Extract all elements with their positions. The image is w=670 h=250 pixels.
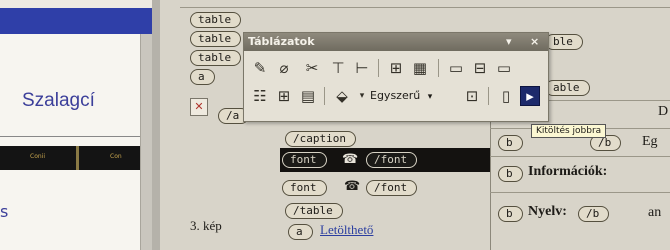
tag-font-close[interactable]: /font <box>366 180 418 196</box>
merge-cells-icon[interactable]: ⊤ <box>328 58 348 78</box>
phone-icon: ☎ <box>344 179 361 194</box>
tag-b-close[interactable]: /b <box>578 206 610 222</box>
tag-table[interactable]: table <box>190 50 242 66</box>
info-label: Információk: <box>528 164 607 180</box>
preview-divider <box>0 136 140 137</box>
preview-bar-left-text: Conii <box>30 153 45 160</box>
preview-bar-separator <box>76 146 79 170</box>
tag-table[interactable]: table <box>190 12 242 28</box>
preview-title: Szalagcí <box>22 90 95 111</box>
toolbar-title: Táblázatok <box>248 35 315 48</box>
chevron-down-icon: ▾ <box>427 92 433 102</box>
tag-a[interactable]: a <box>190 69 215 85</box>
eraser-icon[interactable]: ⌀ <box>274 58 294 78</box>
preview-bullet-text: s <box>0 202 9 221</box>
toolbar-separator <box>438 59 439 77</box>
preview-header-bar <box>0 8 160 34</box>
broken-image-icon[interactable]: ✕ <box>190 98 208 116</box>
preview-panel: Szalagcí Conii Con s <box>0 0 160 250</box>
draw-table-pencil-icon[interactable]: ✎ <box>250 58 270 78</box>
preview-dark-bar: Conii Con <box>0 146 140 170</box>
tables-toolbar[interactable]: Táblázatok ▾ × ✎ ⌀ ✂ ⊤ ⊢ ⊞ ▦ ▭ ⊟ ▭ ☷ ⊞ ▤… <box>243 32 549 122</box>
toolbar-titlebar[interactable]: Táblázatok ▾ × <box>244 33 548 51</box>
fill-right-icon[interactable]: ▸ <box>520 86 540 106</box>
tag-b[interactable]: b <box>498 166 523 182</box>
table-grid-icon[interactable]: ▦ <box>410 58 430 78</box>
distribute-columns-icon[interactable]: ⊞ <box>274 86 294 106</box>
heading-fragment: D <box>658 104 669 119</box>
tag-font-close[interactable]: /font <box>366 152 418 168</box>
field-fragment: Eg <box>642 134 658 149</box>
toolbar-separator <box>324 87 325 105</box>
align-bottom-icon[interactable]: ▭ <box>494 58 514 78</box>
toolbar-close-button[interactable]: × <box>530 33 539 51</box>
distribute-rows-icon[interactable]: ☷ <box>250 86 270 106</box>
tag-a[interactable]: a <box>288 224 313 240</box>
info-label-text: Információk: <box>528 164 608 179</box>
tag-table[interactable]: ble <box>545 34 583 50</box>
tag-b[interactable]: b <box>498 206 523 222</box>
table-properties-icon[interactable]: ⊡ <box>462 86 482 106</box>
preview-bar-right-text: Con <box>110 153 122 160</box>
tag-font[interactable]: font <box>282 180 327 196</box>
toolbar-separator <box>378 59 379 77</box>
language-label-text: Nyelv: <box>528 204 567 219</box>
align-top-icon[interactable]: ▭ <box>446 58 466 78</box>
phone-icon: ☎ <box>342 152 359 167</box>
image-caption: 3. kép <box>190 218 222 233</box>
download-link[interactable]: Letölthető <box>320 222 373 238</box>
editor-top-rule <box>180 7 670 8</box>
align-middle-icon[interactable]: ⊟ <box>470 58 490 78</box>
fill-color-icon[interactable]: ⬙ <box>332 86 352 106</box>
split-cells-icon[interactable]: ✂ <box>302 58 322 78</box>
grid-line <box>490 156 670 157</box>
split-table-icon[interactable]: ⊢ <box>352 58 372 78</box>
selected-row[interactable]: font ☎ /font <box>280 148 490 172</box>
chevron-down-icon[interactable]: ▾ <box>352 86 372 106</box>
toolbar-separator <box>488 87 489 105</box>
language-value-fragment: an <box>648 205 662 220</box>
fill-down-icon[interactable]: ▯ <box>496 86 516 106</box>
preview-page <box>0 34 140 250</box>
tag-b[interactable]: b <box>498 135 523 151</box>
table-autoformat-icon[interactable]: ▤ <box>298 86 318 106</box>
panel-splitter[interactable] <box>152 0 160 250</box>
grid-line <box>490 192 670 193</box>
table-style-select[interactable]: Egyszerű ▾ <box>370 87 432 105</box>
table-style-value: Egyszerű <box>370 89 421 102</box>
tag-font[interactable]: font <box>282 152 327 168</box>
toolbar-options-button[interactable]: ▾ <box>506 33 512 51</box>
tag-caption-close[interactable]: /caption <box>285 131 356 147</box>
tag-table-close[interactable]: /table <box>285 203 343 219</box>
insert-table-icon[interactable]: ⊞ <box>386 58 406 78</box>
tooltip: Kitöltés jobbra <box>531 124 607 138</box>
toolbar-row-2: ☷ ⊞ ▤ ⬙ ▾ Egyszerű ▾ ⊡ ▯ ▸ <box>248 83 544 109</box>
toolbar-row-1: ✎ ⌀ ✂ ⊤ ⊢ ⊞ ▦ ▭ ⊟ ▭ <box>248 55 544 81</box>
language-label: Nyelv: <box>528 204 567 220</box>
tag-table[interactable]: able <box>545 80 590 96</box>
tag-table[interactable]: table <box>190 31 242 47</box>
